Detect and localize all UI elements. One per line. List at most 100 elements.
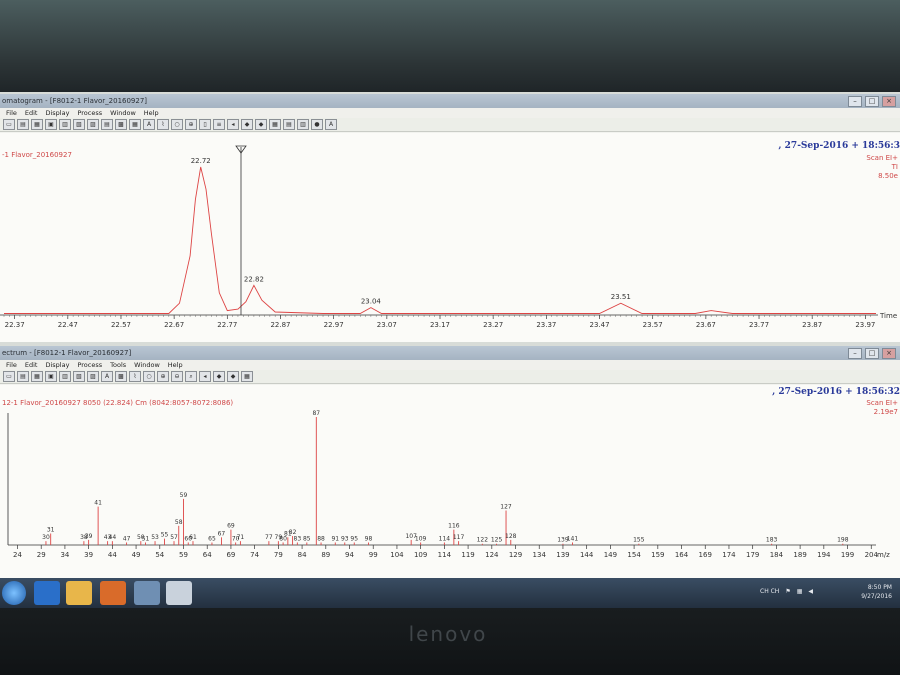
image-icon[interactable]: ▩: [115, 371, 127, 382]
chart-icon[interactable]: ▧: [73, 371, 85, 382]
x-tick-label: 22.47: [58, 321, 78, 329]
maximize-button[interactable]: □: [865, 96, 879, 107]
close-button[interactable]: ×: [882, 96, 896, 107]
doc-icon[interactable]: ▯: [199, 119, 211, 130]
menu-display[interactable]: Display: [45, 360, 69, 370]
zoom-in-icon[interactable]: ⊕: [157, 371, 169, 382]
menu-tools[interactable]: Tools: [110, 360, 126, 370]
language-indicator[interactable]: CH CH: [760, 588, 779, 595]
copy-icon[interactable]: ▤: [17, 119, 29, 130]
search-icon[interactable]: ⌕: [185, 371, 197, 382]
spectrum-peak-label: 67: [218, 530, 226, 537]
text-icon[interactable]: A: [101, 371, 113, 382]
peak-icon[interactable]: ⌇: [157, 119, 169, 130]
spectrum-chart[interactable]: 24 29 34 39 44 49 54 59 64 69 74 79 84 89 94 99 104 109 11…: [0, 385, 900, 578]
peak-icon[interactable]: ⌇: [129, 371, 141, 382]
menu-display[interactable]: Display: [45, 108, 69, 118]
menu-file[interactable]: File: [6, 360, 17, 370]
x-tick-label: 84: [298, 551, 307, 559]
chromatogram-toolbar: ▭ ▤ ▦ ▣ ▥ ▧ ▨ ▤ ▩ ▦ A ⌇ ○ ⊕ ▯ ≡ ◂ ◆ ◆ ▦ …: [0, 118, 900, 132]
minimize-button[interactable]: –: [848, 348, 862, 359]
screen: omatogram - [F8012-1 Flavor_20160927] – …: [0, 92, 900, 608]
x-tick-label: 94: [345, 551, 354, 559]
media-player-icon[interactable]: [100, 581, 126, 605]
masslynx-icon[interactable]: [166, 581, 192, 605]
grid2-icon[interactable]: ▦: [269, 119, 281, 130]
circle-icon[interactable]: ○: [143, 371, 155, 382]
text-icon[interactable]: A: [143, 119, 155, 130]
calc-icon[interactable]: ▦: [129, 119, 141, 130]
spectrum-titlebar[interactable]: ectrum - [F8012-1 Flavor_20160927] – □ ×: [0, 346, 900, 360]
menu-help[interactable]: Help: [144, 108, 159, 118]
grid-icon[interactable]: ▥: [59, 371, 71, 382]
chromatogram-chart[interactable]: 22.37 22.47 22.57 22.67 22.77 22.87 22.97 23.07…: [0, 133, 900, 342]
table-icon[interactable]: ▨: [87, 371, 99, 382]
menu-help[interactable]: Help: [168, 360, 183, 370]
clock-time: 8:50 PM: [867, 584, 892, 591]
grid-icon[interactable]: ▥: [59, 119, 71, 130]
x-tick-label: 22.57: [111, 321, 131, 329]
window-controls: – □ ×: [848, 96, 896, 107]
x-axis-label: Time: [879, 312, 897, 320]
x-tick-label: 54: [155, 551, 164, 559]
volume-icon[interactable]: ◀: [808, 588, 813, 595]
minimize-button[interactable]: –: [848, 96, 862, 107]
open-icon[interactable]: ▦: [31, 119, 43, 130]
circle-icon[interactable]: ○: [171, 119, 183, 130]
diamond2-icon[interactable]: ◆: [255, 119, 267, 130]
flag-icon[interactable]: ⚑: [785, 588, 790, 595]
diamond-icon[interactable]: ◆: [241, 119, 253, 130]
x-tick-label: 164: [675, 551, 689, 559]
zoom-icon[interactable]: ⊕: [185, 119, 197, 130]
menu-process[interactable]: Process: [77, 360, 102, 370]
print-icon[interactable]: ▭: [3, 119, 15, 130]
zoom-out-icon[interactable]: ⊖: [171, 371, 183, 382]
image-icon[interactable]: ▩: [115, 119, 127, 130]
x-tick-label: 69: [226, 551, 235, 559]
open-icon[interactable]: ▦: [31, 371, 43, 382]
arrow-left-icon[interactable]: ◂: [227, 119, 239, 130]
maximize-button[interactable]: □: [865, 348, 879, 359]
diamond2-icon[interactable]: ◆: [227, 371, 239, 382]
list2-icon[interactable]: ▥: [297, 119, 309, 130]
close-button[interactable]: ×: [882, 348, 896, 359]
spectrum-peak-label: 59: [180, 492, 188, 499]
start-button[interactable]: [2, 581, 26, 605]
layout-icon[interactable]: ▤: [283, 119, 295, 130]
network-icon[interactable]: ▦: [797, 588, 803, 595]
menu-file[interactable]: File: [6, 108, 17, 118]
menu-process[interactable]: Process: [77, 108, 102, 118]
x-tick-label: 189: [793, 551, 806, 559]
spectrum-peak-label: 30: [42, 534, 50, 541]
list-icon[interactable]: ▤: [101, 119, 113, 130]
x-tick-label: 199: [841, 551, 854, 559]
print-icon[interactable]: ▭: [3, 371, 15, 382]
save-icon[interactable]: ▣: [45, 119, 57, 130]
spectrum-window: ectrum - [F8012-1 Flavor_20160927] – □ ×…: [0, 346, 900, 578]
clock[interactable]: 8:50 PM 9/27/2016: [861, 583, 892, 601]
text2-icon[interactable]: A: [325, 119, 337, 130]
x-tick-label: 74: [250, 551, 259, 559]
arrow-left-icon[interactable]: ◂: [199, 371, 211, 382]
chromatogram-plot-area: , 27-Sep-2016 + 18:56:3 -1 Flavor_201609…: [0, 133, 900, 342]
app-icon[interactable]: [134, 581, 160, 605]
bars-icon[interactable]: ≡: [213, 119, 225, 130]
menu-window[interactable]: Window: [134, 360, 160, 370]
diamond-icon[interactable]: ◆: [213, 371, 225, 382]
grid2-icon[interactable]: ▦: [241, 371, 253, 382]
menu-edit[interactable]: Edit: [25, 108, 38, 118]
x-tick-label: 89: [321, 551, 330, 559]
spectrum-peak-label: 98: [365, 535, 373, 542]
x-axis-label: m/z: [877, 551, 890, 559]
copy-icon[interactable]: ▤: [17, 371, 29, 382]
folder-icon[interactable]: [66, 581, 92, 605]
table-icon[interactable]: ▨: [87, 119, 99, 130]
ie-icon[interactable]: [34, 581, 60, 605]
chromatogram-titlebar[interactable]: omatogram - [F8012-1 Flavor_20160927] – …: [0, 94, 900, 108]
menu-window[interactable]: Window: [110, 108, 136, 118]
chart-icon[interactable]: ▧: [73, 119, 85, 130]
menu-edit[interactable]: Edit: [25, 360, 38, 370]
spectrum-peak-label: 39: [85, 533, 93, 540]
save-icon[interactable]: ▣: [45, 371, 57, 382]
globe-icon[interactable]: ●: [311, 119, 323, 130]
